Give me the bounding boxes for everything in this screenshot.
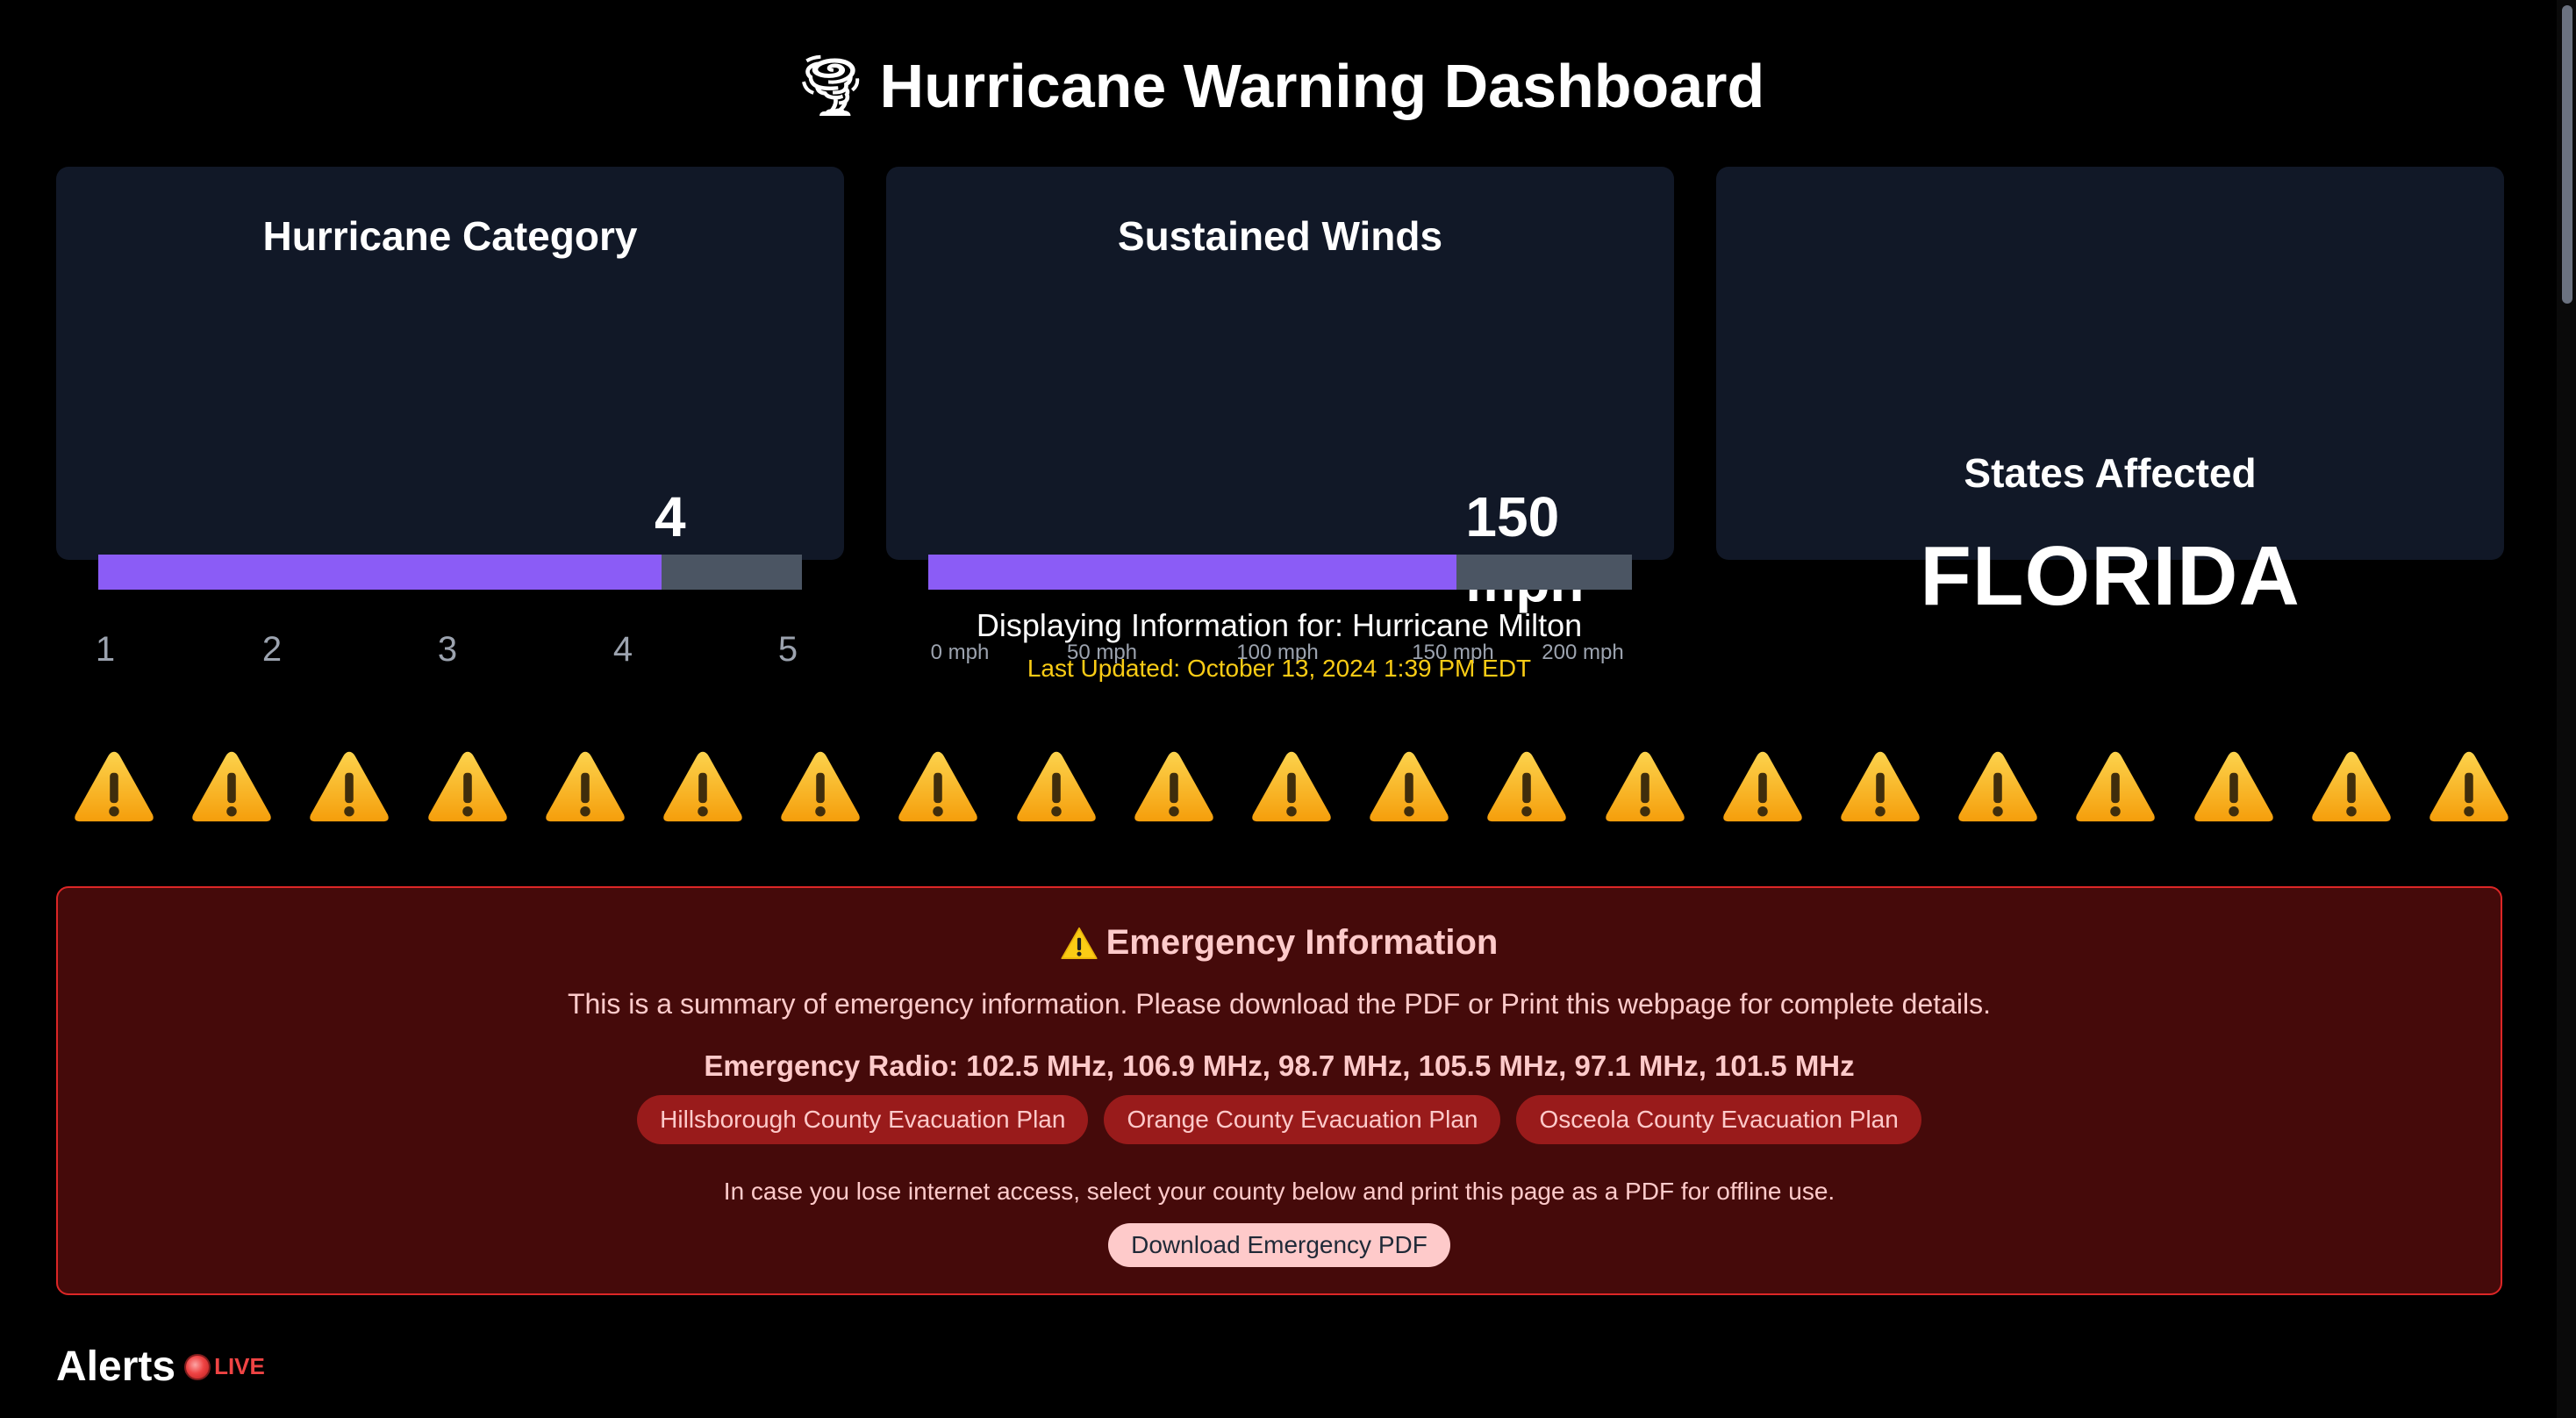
warning-icon: [1370, 751, 1449, 822]
warning-icon: [192, 751, 271, 822]
warning-icon: [1723, 751, 1802, 822]
warning-icon: [898, 751, 978, 822]
warning-icon: [781, 751, 860, 822]
live-badge: LIVE: [214, 1353, 265, 1379]
states-card: States Affected FLORIDA: [1716, 167, 2504, 623]
warning-icon: [310, 751, 390, 822]
warning-icon: [1252, 751, 1331, 822]
warning-icon: [1605, 751, 1685, 822]
category-bar-fill: [98, 555, 662, 590]
warning-icon: [2076, 751, 2156, 822]
display-info-text: Displaying Information for: Hurricane Mi…: [976, 607, 1583, 643]
evacuation-plan-osceola[interactable]: Osceola County Evacuation Plan: [1516, 1095, 1921, 1144]
emergency-radio: Emergency Radio: 102.5 MHz, 106.9 MHz, 9…: [704, 1049, 1855, 1082]
page-title: 🌪 Hurricane Warning Dashboard: [0, 51, 2558, 121]
category-bar-track: [98, 555, 802, 590]
warning-icon-row: [72, 748, 2511, 828]
warning-icon: [1061, 927, 1098, 959]
evacuation-plans: Hillsborough County Evacuation Plan Oran…: [58, 1095, 2501, 1144]
download-wrap: Download Emergency PDF: [58, 1223, 2501, 1267]
warning-icon: [1016, 751, 1096, 822]
winds-value: 150 mph: [1465, 485, 1584, 613]
winds-bar-track: [928, 555, 1632, 590]
category-card-title: Hurricane Category: [262, 213, 638, 259]
emergency-panel: Emergency Information This is a summary …: [56, 886, 2502, 1295]
page-title-text: Hurricane Warning Dashboard: [879, 52, 1765, 120]
warning-icon: [427, 751, 507, 822]
warning-icon: [2312, 751, 2391, 822]
warning-icon: [1134, 751, 1213, 822]
last-updated-text: Last Updated: October 13, 2024 1:39 PM E…: [1027, 655, 1532, 682]
alerts-title: Alerts: [56, 1343, 176, 1390]
warning-icon: [546, 751, 625, 822]
dashboard-page: 🌪 Hurricane Warning Dashboard Hurricane …: [0, 0, 2576, 1418]
tornado-icon: 🌪: [793, 53, 868, 118]
warning-icon: [75, 751, 154, 822]
winds-bar-fill: [928, 555, 1456, 590]
category-value: 4: [655, 485, 686, 548]
emergency-summary: This is a summary of emergency informati…: [567, 988, 1992, 1020]
evacuation-plan-hillsborough[interactable]: Hillsborough County Evacuation Plan: [637, 1095, 1089, 1144]
states-card-label: States Affected: [1964, 450, 2257, 496]
scrollbar-thumb[interactable]: [2562, 5, 2572, 304]
category-card: Hurricane Category 4 12345: [56, 167, 844, 669]
warning-icon: [2193, 751, 2273, 822]
scrollbar[interactable]: [2557, 0, 2576, 1418]
warning-icon: [2429, 751, 2508, 822]
warning-icon: [1487, 751, 1567, 822]
download-pdf-button[interactable]: Download Emergency PDF: [1108, 1223, 1450, 1267]
warning-icon: [663, 751, 742, 822]
warning-icon: [1841, 751, 1920, 822]
red-circle-icon: [184, 1353, 211, 1380]
offline-note: In case you lose internet access, select…: [723, 1178, 1835, 1205]
emergency-title: Emergency Information: [58, 923, 2501, 963]
winds-card-title: Sustained Winds: [1117, 213, 1443, 259]
alerts-header: Alerts LIVE: [56, 1343, 265, 1391]
warning-icon: [1958, 751, 2037, 822]
winds-card: Sustained Winds 150 mph 0 mph50 mph100 m…: [886, 167, 1674, 664]
evacuation-plan-orange[interactable]: Orange County Evacuation Plan: [1104, 1095, 1501, 1144]
emergency-title-text: Emergency Information: [1106, 923, 1499, 962]
